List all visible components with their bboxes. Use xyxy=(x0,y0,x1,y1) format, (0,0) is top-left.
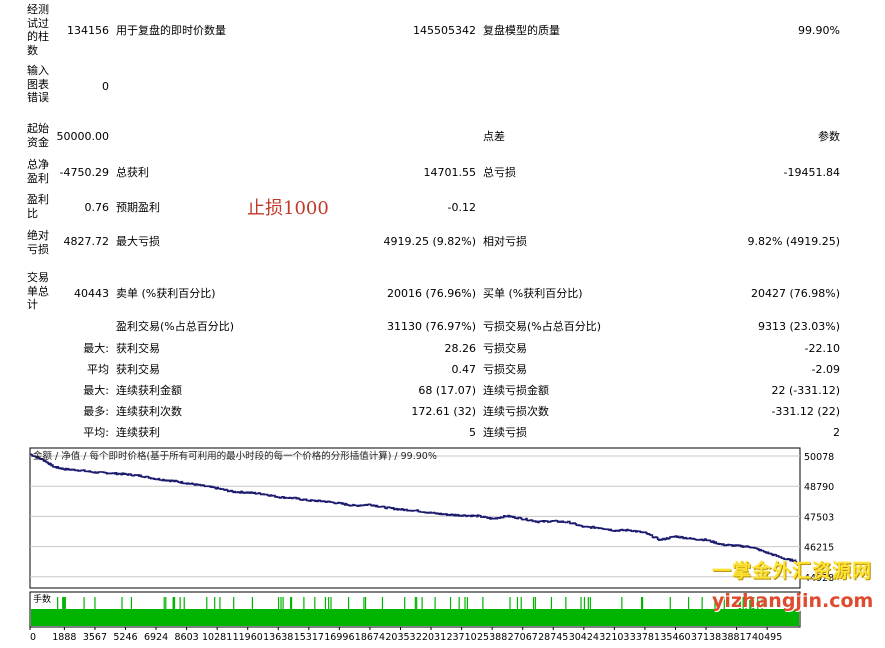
x-tick-label: 20353 xyxy=(385,632,415,643)
x-tick-label: 28745 xyxy=(538,632,568,643)
x-tick-label: 15317 xyxy=(294,632,324,643)
x-tick-label: 5246 xyxy=(113,632,137,643)
watermark-url: yizhangjin.com xyxy=(712,590,874,612)
x-tick-label: 32103 xyxy=(599,632,629,643)
x-tick-label: 27067 xyxy=(508,632,538,643)
x-tick-label: 10281 xyxy=(202,632,232,643)
x-tick-label: 40495 xyxy=(752,632,782,643)
x-tick-label: 18674 xyxy=(355,632,385,643)
x-tick-label: 13638 xyxy=(263,632,293,643)
x-tick-label: 8603 xyxy=(175,632,199,643)
chart-legend: 金额 / 净值 / 每个即时价格(基于所有可利用的最小时段的每一个价格的分形插值… xyxy=(33,450,437,462)
volume-label: 手数 xyxy=(33,593,51,605)
watermark-title: 一掌金外汇资源网 xyxy=(712,560,873,582)
equity-chart: 50078487904750346215449280 1888 3567 5246 69… xyxy=(29,447,834,643)
equity-plot-frame xyxy=(29,447,801,589)
y-tick-label: 48790 xyxy=(804,482,834,493)
x-tick-label: 1888 xyxy=(52,632,76,643)
x-tick-label: 38817 xyxy=(721,632,751,643)
x-tick-label: 11960 xyxy=(233,632,263,643)
y-tick-label: 50078 xyxy=(804,452,834,463)
x-tick-label: 33781 xyxy=(630,632,660,643)
y-tick-label: 46215 xyxy=(804,543,834,554)
x-tick-label: 25388 xyxy=(477,632,507,643)
x-tick-label: 35460 xyxy=(660,632,690,643)
x-tick-label: 22031 xyxy=(416,632,446,643)
y-tick-label: 47503 xyxy=(804,512,834,523)
x-tick-label: 23710 xyxy=(446,632,476,643)
x-tick-label: 37138 xyxy=(691,632,721,643)
x-tick-label: 3567 xyxy=(83,632,107,643)
x-tick-label: 16996 xyxy=(324,632,354,643)
volume-bars xyxy=(31,609,799,626)
x-tick-label: 30424 xyxy=(569,632,599,643)
x-tick-label: 0 xyxy=(30,632,36,643)
x-tick-label: 6924 xyxy=(144,632,168,643)
